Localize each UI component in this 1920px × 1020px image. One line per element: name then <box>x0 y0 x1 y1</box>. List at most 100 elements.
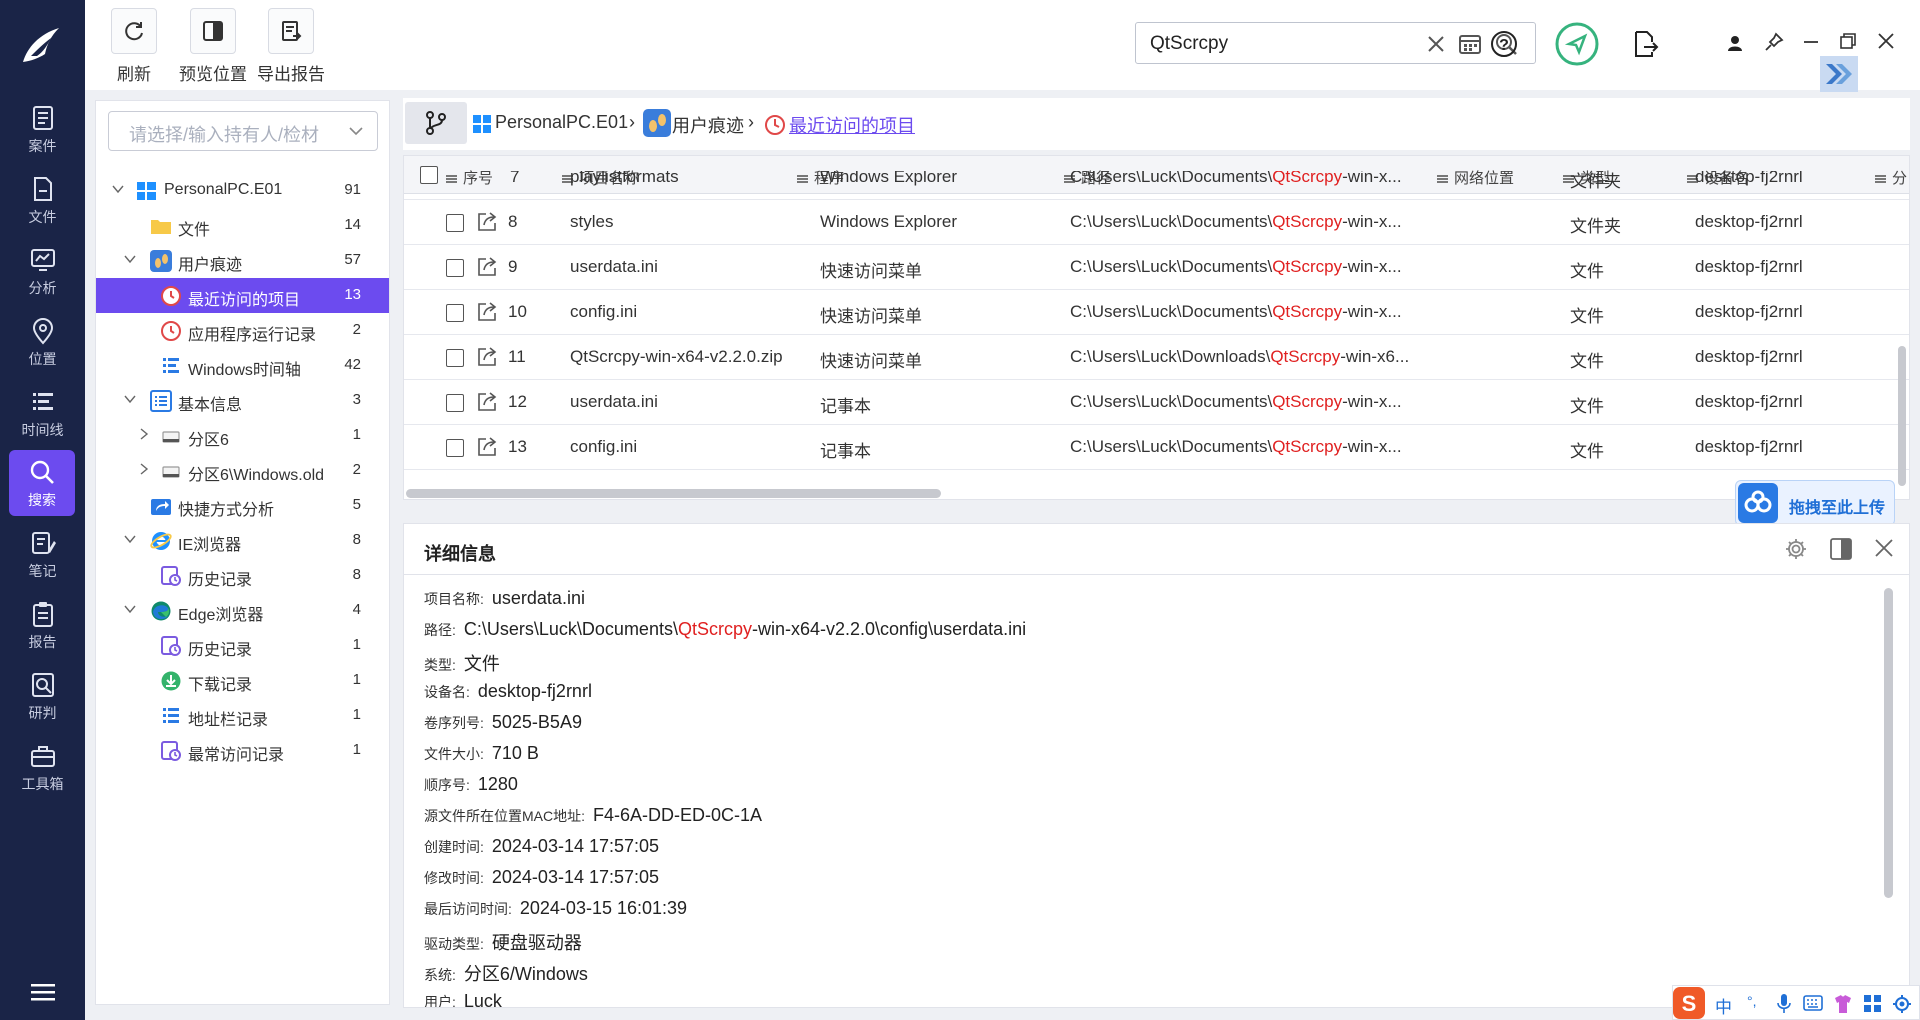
row-program: 记事本 <box>820 397 871 416</box>
row-checkbox[interactable] <box>446 349 464 367</box>
tree-item[interactable]: 分区6\Windows.old 2 <box>96 453 389 488</box>
side-collapse-button[interactable] <box>1820 56 1858 92</box>
breadcrumb-root[interactable]: PersonalPC.E01 <box>495 112 628 133</box>
preview-position-button[interactable]: 预览位置 <box>173 8 253 85</box>
open-external-icon[interactable] <box>476 256 498 278</box>
tree-item[interactable]: 基本信息 3 <box>96 383 389 418</box>
horizontal-scrollbar[interactable] <box>406 489 941 498</box>
microphone-icon[interactable] <box>1777 994 1791 1014</box>
ime-punctuation[interactable]: °, <box>1747 993 1757 1009</box>
nav-item-timeline[interactable]: 时间线 <box>0 382 85 448</box>
tree-item[interactable]: 分区6 1 <box>96 418 389 453</box>
row-checkbox[interactable] <box>446 439 464 457</box>
row-checkbox[interactable] <box>446 214 464 232</box>
chevron-right-icon[interactable] <box>138 428 150 440</box>
drag-upload-button[interactable]: 拖拽至此上传 <box>1735 480 1895 526</box>
logout-doc-icon[interactable] <box>1633 30 1659 58</box>
close-detail-icon[interactable] <box>1874 538 1894 558</box>
user-icon[interactable] <box>1726 34 1744 52</box>
breadcrumb-current[interactable]: 最近访问的项目 <box>789 112 915 138</box>
table-row-partial[interactable]: 7 playlistformats Windows Explorer C:\Us… <box>404 171 1909 200</box>
apps-grid-icon[interactable] <box>1863 994 1883 1014</box>
tree-item[interactable]: 地址栏记录 1 <box>96 698 389 733</box>
chevron-down-icon[interactable] <box>112 183 124 195</box>
search-field[interactable]: QtScrcpy <box>1135 22 1536 64</box>
search-input[interactable]: QtScrcpy <box>1150 33 1228 55</box>
table-row[interactable]: 12 userdata.ini 记事本 C:\Users\Luck\Documents… <box>404 380 1909 425</box>
row-checkbox[interactable] <box>446 304 464 322</box>
tree-item[interactable]: 最近访问的项目 13 <box>96 278 389 313</box>
minimize-icon[interactable] <box>1802 33 1820 51</box>
nav-item-judge[interactable]: 研判 <box>0 665 85 731</box>
row-checkbox[interactable] <box>446 394 464 412</box>
vertical-scrollbar[interactable] <box>1898 346 1906 486</box>
ime-language[interactable]: 中 <box>1715 993 1732 1018</box>
tree-item-label: PersonalPC.E01 <box>164 181 283 198</box>
row-checkbox[interactable] <box>446 259 464 277</box>
tree-item[interactable]: Edge浏览器 4 <box>96 593 389 628</box>
tree-item[interactable]: 文件 14 <box>96 208 389 243</box>
ime-settings-icon[interactable] <box>1892 994 1912 1014</box>
tree-item[interactable]: PersonalPC.E01 91 <box>96 173 389 208</box>
row-path: C:\Users\Luck\Downloads\QtScrcpy-win-x6.… <box>1070 347 1410 366</box>
refresh-button[interactable]: 刷新 <box>94 8 174 85</box>
sogou-logo-icon[interactable]: S <box>1673 987 1705 1019</box>
chevron-down-icon[interactable] <box>124 253 136 265</box>
svg-text:S: S <box>1682 991 1697 1016</box>
tree-item-count: 1 <box>352 426 361 443</box>
close-icon[interactable] <box>1877 32 1895 50</box>
owner-select[interactable]: 请选择/输入持有人/检材 <box>108 111 378 151</box>
calendar-icon[interactable] <box>1458 32 1482 56</box>
tree-item[interactable]: 快捷方式分析 5 <box>96 488 389 523</box>
open-external-icon[interactable] <box>476 436 498 458</box>
table-row[interactable]: 13 config.ini 记事本 C:\Users\Luck\Documents\Q… <box>404 425 1909 470</box>
tree-item[interactable]: 最常访问记录 1 <box>96 733 389 768</box>
open-external-icon[interactable] <box>476 346 498 368</box>
nav-item-case[interactable]: 案件 <box>0 98 85 164</box>
open-external-icon[interactable] <box>476 301 498 323</box>
tree-item-label: 用户痕迹 <box>178 257 243 274</box>
chevron-right-icon[interactable] <box>138 463 150 475</box>
help-icon[interactable]: ? <box>1490 30 1518 58</box>
table-row[interactable]: 10 config.ini 快速访问菜单 C:\Users\Luck\Document… <box>404 290 1909 335</box>
clear-icon[interactable] <box>1426 34 1446 54</box>
chevron-down-icon[interactable] <box>124 393 136 405</box>
location-share-icon[interactable] <box>1555 22 1599 66</box>
detail-vertical-scrollbar[interactable] <box>1884 588 1893 898</box>
frequent-icon <box>161 741 181 761</box>
open-external-icon[interactable] <box>476 211 498 233</box>
table-row[interactable]: 9 userdata.ini 快速访问菜单 C:\Users\Luck\Documen… <box>404 245 1909 290</box>
tree-item[interactable]: 下载记录 1 <box>96 663 389 698</box>
open-external-icon[interactable] <box>476 391 498 413</box>
chevron-down-icon[interactable] <box>124 603 136 615</box>
tree-item[interactable]: 历史记录 1 <box>96 628 389 663</box>
tree-item[interactable]: IE浏览器 8 <box>96 523 389 558</box>
breadcrumb-mid[interactable]: 用户痕迹 <box>672 112 744 138</box>
restore-icon[interactable] <box>1839 32 1857 50</box>
row-no: 10 <box>508 302 527 321</box>
nav-item-note[interactable]: 笔记 <box>0 523 85 589</box>
tree-item-count: 1 <box>352 636 361 653</box>
nav-item-analysis[interactable]: 分析 <box>0 240 85 306</box>
chevron-down-icon[interactable] <box>124 533 136 545</box>
tree-item[interactable]: Windows时间轴 42 <box>96 348 389 383</box>
tree-item[interactable]: 用户痕迹 57 <box>96 243 389 278</box>
nav-item-location[interactable]: 位置 <box>0 311 85 377</box>
nav-item-toolbox[interactable]: 工具箱 <box>0 736 85 802</box>
menu-icon[interactable] <box>31 982 55 1002</box>
branch-button[interactable] <box>405 102 467 144</box>
skin-icon[interactable] <box>1833 994 1853 1014</box>
tree-item[interactable]: 应用程序运行记录 2 <box>96 313 389 348</box>
nav-item-report[interactable]: 报告 <box>0 594 85 660</box>
panel-layout-icon[interactable] <box>1830 538 1852 560</box>
export-report-button[interactable]: 导出报告 <box>251 8 331 85</box>
pin-icon[interactable] <box>1764 32 1784 52</box>
tree-item[interactable]: 历史记录 8 <box>96 558 389 593</box>
settings-icon[interactable] <box>1785 538 1807 560</box>
table-row[interactable]: 8 styles Windows Explorer C:\Users\Luck\Doc… <box>404 200 1909 245</box>
table-row[interactable]: 11 QtScrcpy-win-x64-v2.2.0.zip 快速访问菜单 C:\Us… <box>404 335 1909 380</box>
nav-item-search[interactable]: 搜索 <box>9 450 75 516</box>
footprint-icon <box>150 250 172 272</box>
nav-item-file[interactable]: 文件 <box>0 169 85 235</box>
keyboard-icon[interactable] <box>1803 995 1823 1011</box>
